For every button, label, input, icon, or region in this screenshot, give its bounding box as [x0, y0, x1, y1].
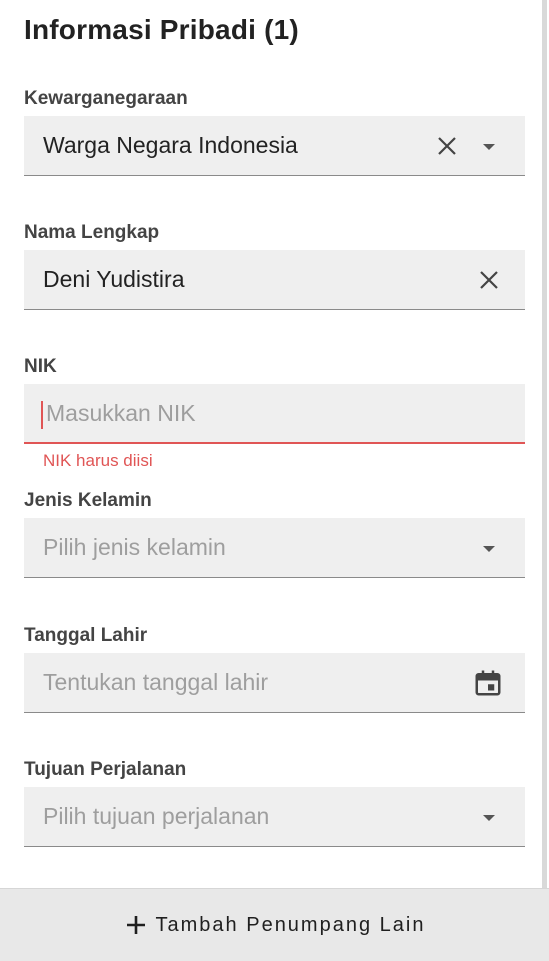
close-icon[interactable]: [435, 134, 459, 158]
chevron-down-icon[interactable]: [477, 806, 501, 830]
chevron-down-icon[interactable]: [477, 135, 501, 159]
chevron-down-icon[interactable]: [477, 537, 501, 561]
gender-select[interactable]: Pilih jenis kelamin: [24, 518, 525, 578]
citizenship-label: Kewarganegaraan: [24, 88, 188, 109]
full-name-input[interactable]: Deni Yudistira: [24, 250, 525, 310]
citizenship-value: Warga Negara Indonesia: [43, 132, 298, 158]
full-name-label: Nama Lengkap: [24, 222, 160, 243]
gender-label: Jenis Kelamin: [24, 490, 152, 511]
citizenship-select[interactable]: Warga Negara Indonesia: [24, 116, 525, 176]
gender-placeholder: Pilih jenis kelamin: [43, 534, 226, 560]
add-passenger-label: Tambah Penumpang Lain: [155, 913, 426, 936]
calendar-icon[interactable]: [473, 668, 503, 698]
text-cursor: [41, 401, 43, 429]
full-name-value: Deni Yudistira: [43, 266, 185, 292]
nik-placeholder: Masukkan NIK: [46, 400, 196, 426]
nik-error-message: NIK harus diisi: [43, 451, 153, 470]
add-passenger-button[interactable]: Tambah Penumpang Lain: [0, 889, 549, 961]
birth-date-picker[interactable]: Tentukan tanggal lahir: [24, 653, 525, 713]
scrollbar[interactable]: [542, 0, 547, 888]
nik-label: NIK: [24, 356, 57, 377]
travel-purpose-select[interactable]: Pilih tujuan perjalanan: [24, 787, 525, 847]
plus-icon: [126, 916, 145, 934]
travel-purpose-label: Tujuan Perjalanan: [24, 759, 187, 780]
nik-input[interactable]: Masukkan NIK: [24, 384, 525, 444]
birth-date-placeholder: Tentukan tanggal lahir: [43, 669, 269, 695]
close-icon[interactable]: [477, 268, 501, 292]
birth-date-label: Tanggal Lahir: [24, 625, 148, 646]
bottom-bar: Tambah Penumpang Lain: [0, 888, 549, 961]
page-title: Informasi Pribadi (1): [24, 14, 299, 45]
travel-purpose-placeholder: Pilih tujuan perjalanan: [43, 803, 270, 829]
form-scroll-area[interactable]: Informasi Pribadi (1) Kewarganegaraan Wa…: [0, 0, 549, 888]
